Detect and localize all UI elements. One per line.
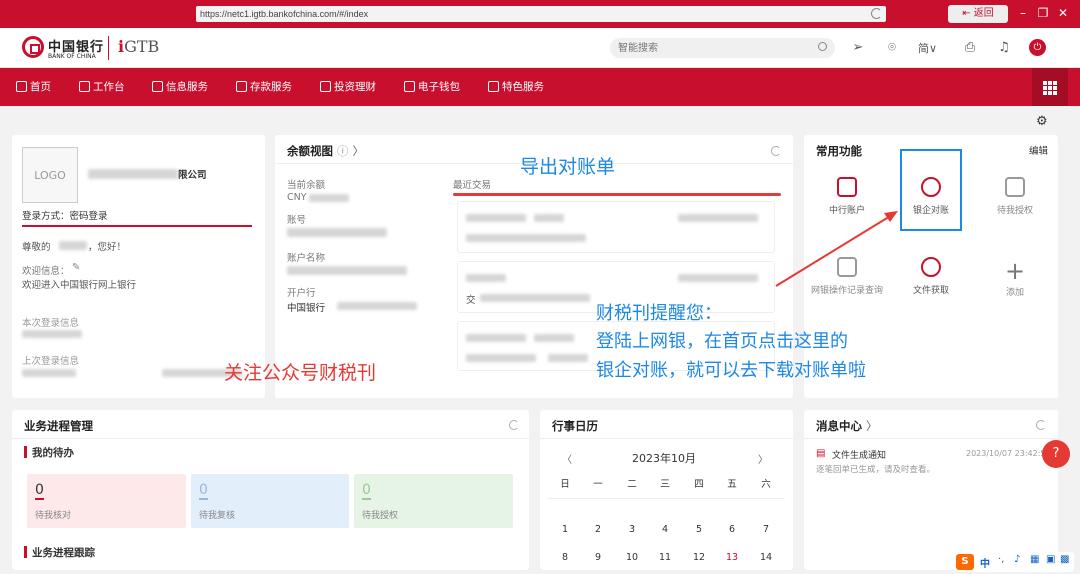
todo-authorize[interactable]: 0 待我授权 — [354, 474, 513, 528]
reminder-title: 财税刊提醒您： — [596, 303, 722, 324]
message-desc: 逐笔回单已生成，请及时查看。 — [816, 465, 936, 475]
calendar-day[interactable]: 12 — [689, 552, 709, 563]
todo-review[interactable]: 0 待我复核 — [191, 474, 349, 528]
chevron-right-icon[interactable]: 〉 — [866, 419, 878, 433]
ime-lang[interactable]: 中 — [980, 555, 990, 570]
reminder-line2: 银企对账，就可以去下载对账单啦 — [596, 360, 866, 381]
weekday-label: 三 — [660, 479, 670, 490]
messages-panel: 消息中心 〉 ▤ 文件生成通知 2023/10/07 23:42:5 逐笔回单已… — [804, 410, 1058, 570]
help-button[interactable]: ? — [1042, 440, 1070, 468]
calendar-day[interactable]: 8 — [555, 552, 575, 563]
calendar-day[interactable]: 5 — [689, 524, 709, 535]
follow-annotation: 关注公众号财税刊 — [224, 362, 377, 384]
document-icon: ▤ — [816, 448, 826, 459]
title-divider — [12, 438, 529, 439]
todo-count: 0 — [199, 482, 208, 500]
weekday-label: 一 — [593, 479, 603, 490]
calendar-day[interactable]: 1 — [555, 524, 575, 535]
punctuation-icon[interactable]: ·, — [998, 554, 1004, 565]
calendar-panel: 行事日历 〈 2023年10月 〉 — [540, 410, 793, 570]
export-annotation: 导出对账单 — [520, 156, 616, 178]
title-divider — [540, 438, 793, 439]
ime-toolbar: S 中 ·, ♪ ▦ ▣ ▩ — [954, 552, 1074, 572]
calendar-day[interactable]: 11 — [655, 552, 675, 563]
calendar-day[interactable]: 4 — [655, 524, 675, 535]
refresh-icon[interactable] — [509, 420, 519, 430]
prev-month-icon[interactable]: 〈 — [562, 451, 572, 466]
weekday-label: 六 — [761, 479, 771, 490]
tracking-label: 业务进程跟踪 — [32, 547, 95, 559]
todo-verify[interactable]: 0 待我核对 — [27, 474, 186, 528]
messages-title-text: 消息中心 — [816, 419, 862, 433]
process-title: 业务进程管理 — [24, 419, 93, 433]
todo-label: 待我授权 — [362, 511, 399, 521]
next-month-icon[interactable]: 〉 — [758, 451, 768, 466]
weekday-label: 四 — [694, 479, 704, 490]
calendar-title: 行事日历 — [552, 419, 598, 433]
weekday-divider — [548, 498, 785, 499]
calendar-day[interactable]: 9 — [588, 552, 608, 563]
calendar-day[interactable]: 13 — [722, 552, 742, 563]
title-divider — [804, 438, 1058, 439]
calendar-day[interactable]: 14 — [756, 552, 776, 563]
reminder-line1: 登陆上网银，在首页点击这里的 — [596, 331, 848, 352]
calendar-day[interactable]: 6 — [722, 524, 742, 535]
my-todo-label: 我的待办 — [32, 447, 74, 459]
message-time: 2023/10/07 23:42:5 — [966, 449, 1046, 458]
skin-icon[interactable]: ▣ — [1046, 554, 1055, 565]
section-marker — [24, 446, 27, 458]
weekday-label: 二 — [627, 479, 637, 490]
mic-icon[interactable]: ♪ — [1014, 554, 1020, 565]
weekday-label: 五 — [727, 479, 737, 490]
keyboard-icon[interactable]: ▦ — [1030, 554, 1039, 565]
refresh-icon[interactable] — [1036, 420, 1046, 430]
todo-label: 待我复核 — [199, 511, 236, 521]
calendar-day[interactable]: 10 — [622, 552, 642, 563]
todo-label: 待我核对 — [35, 511, 72, 521]
ime-logo-icon[interactable]: S — [956, 554, 974, 570]
calendar-day[interactable]: 3 — [622, 524, 642, 535]
todo-count: 0 — [362, 482, 371, 500]
messages-title[interactable]: 消息中心 〉 — [816, 418, 878, 434]
section-marker — [24, 546, 27, 558]
toolbox-icon[interactable]: ▩ — [1060, 554, 1069, 565]
calendar-day[interactable]: 2 — [588, 524, 608, 535]
calendar-month: 2023年10月 — [632, 452, 696, 465]
weekday-label: 日 — [560, 479, 570, 490]
calendar-day[interactable]: 7 — [756, 524, 776, 535]
message-title[interactable]: 文件生成通知 — [832, 448, 886, 461]
todo-count: 0 — [35, 482, 44, 500]
